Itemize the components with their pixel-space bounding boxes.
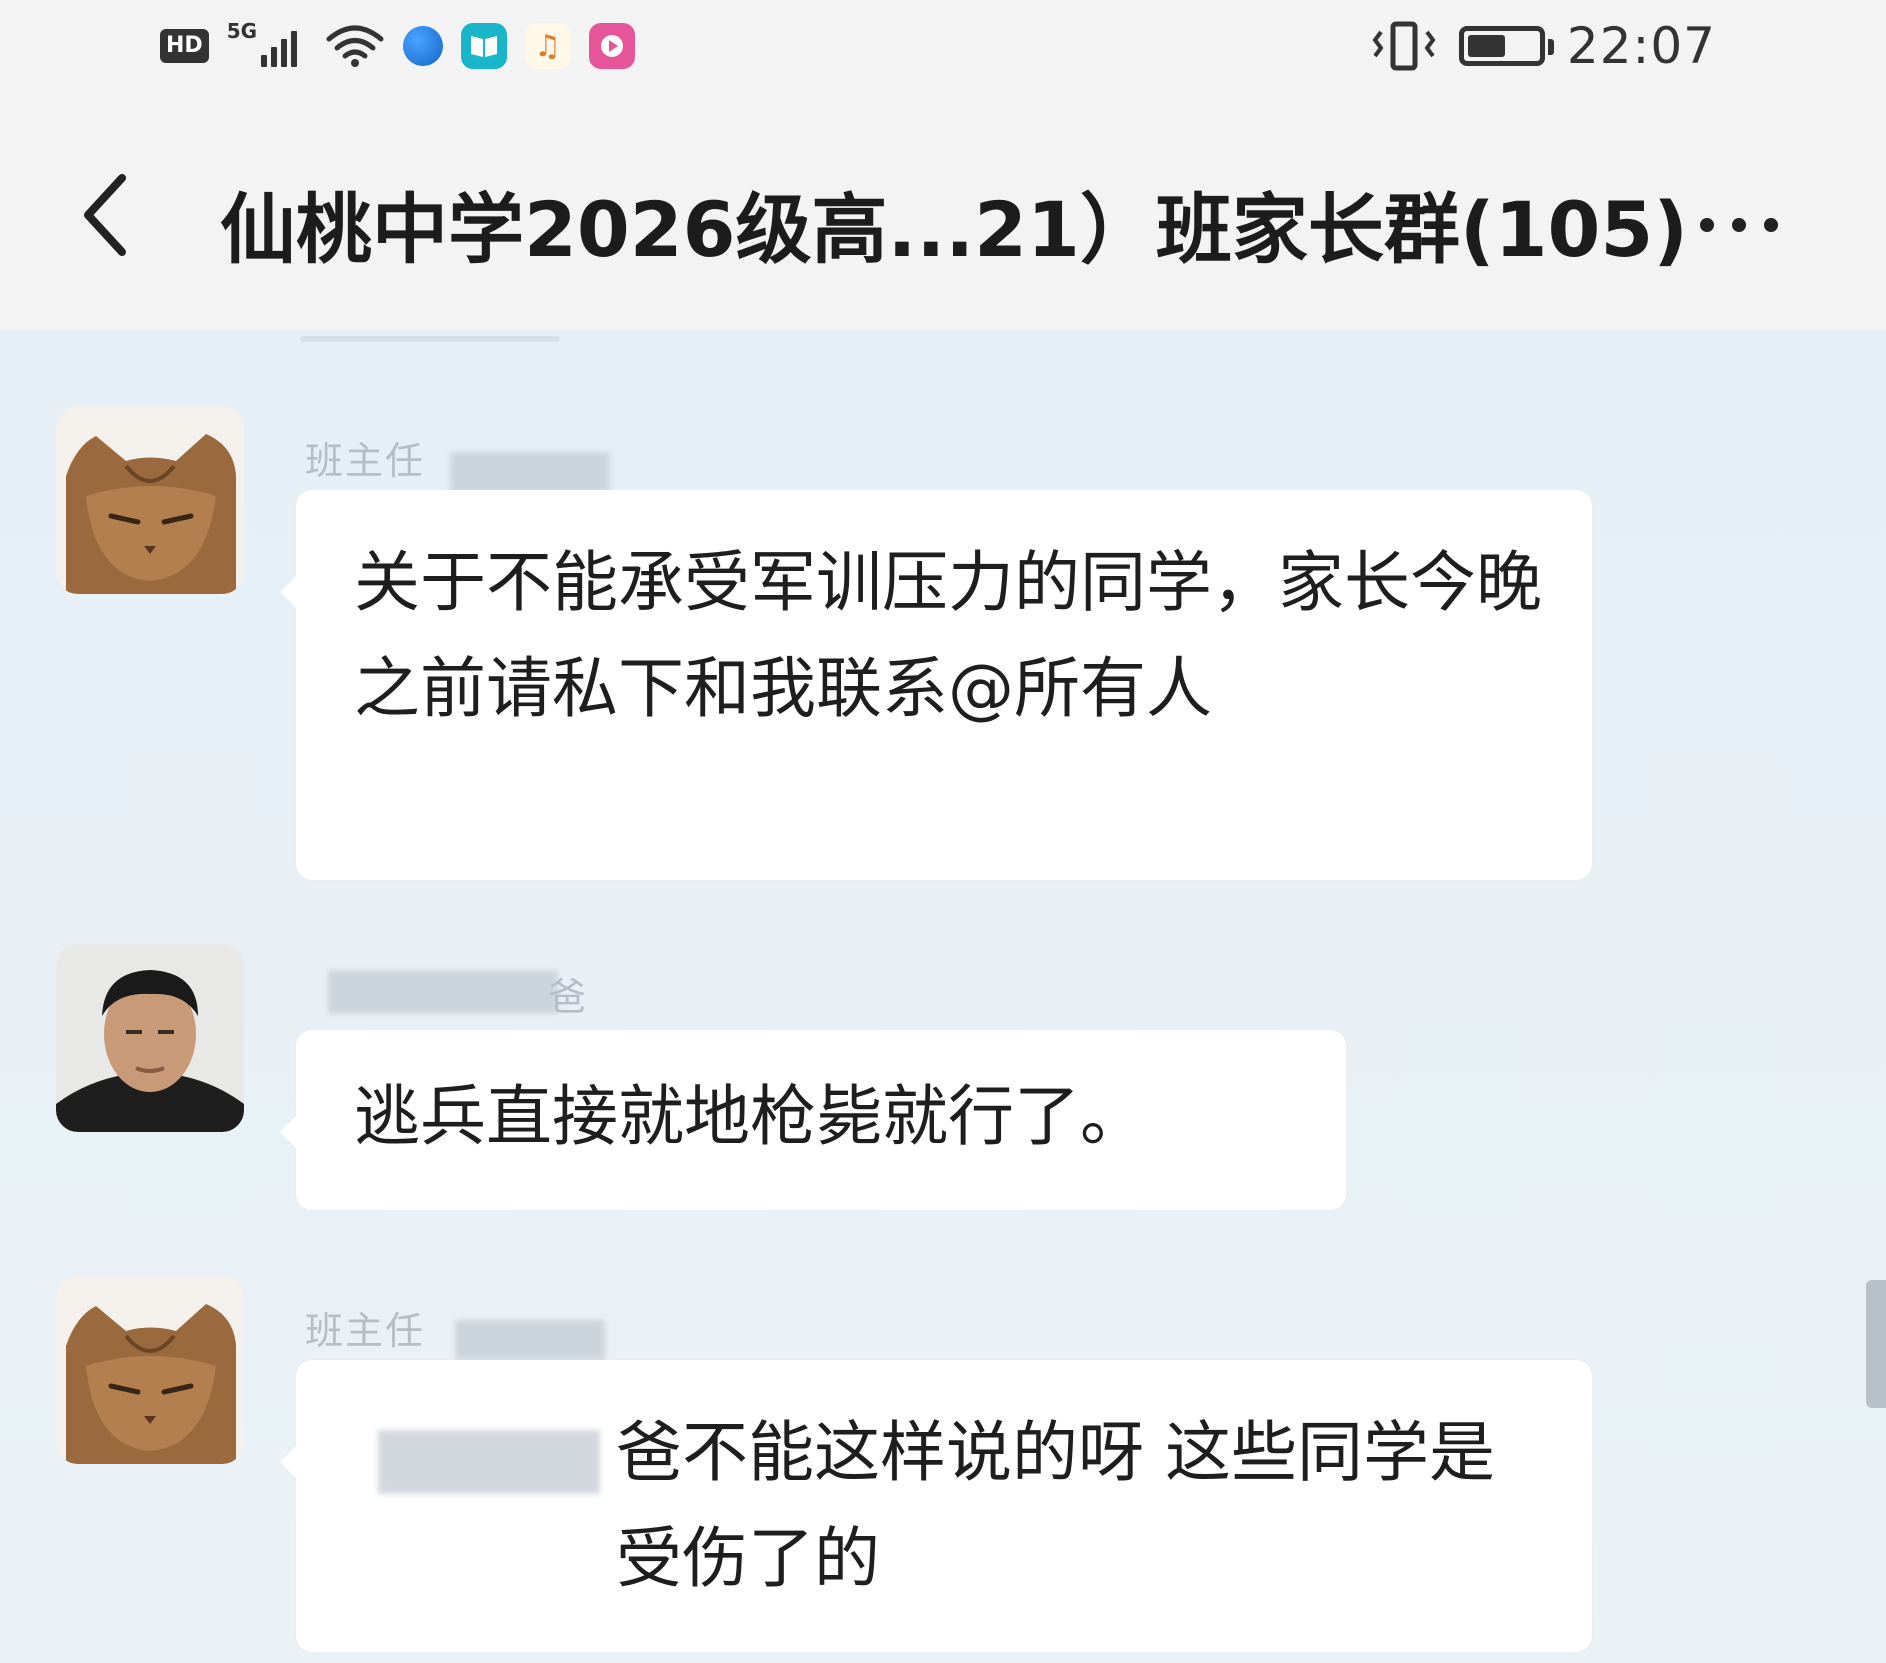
chat-area[interactable]: 班主任 关于不能承受军训压力的同学，家长今晚之前请私下和我联系@所有人 爸 逃兵… [0, 330, 1886, 1663]
chat-header: 仙桃中学2026级高...21）班家长群(105) [0, 100, 1886, 330]
status-right: 22:07 [1371, 14, 1716, 78]
hd-icon: HD [160, 29, 209, 63]
more-options-button[interactable] [1700, 210, 1820, 240]
vibrate-icon [1372, 21, 1436, 71]
signal-icon: 5G [226, 19, 307, 71]
status-time: 22:07 [1566, 17, 1716, 75]
wifi-icon [326, 25, 384, 67]
divider [300, 336, 560, 342]
message-bubble[interactable]: 逃兵直接就地枪毙就行了。 [280, 1030, 1346, 1210]
man-avatar[interactable] [56, 944, 244, 1132]
sender-name: 爸 [548, 975, 589, 1019]
redacted-block [328, 970, 558, 1014]
chat-title: 仙桃中学2026级高...21）班家长群(105) [220, 185, 1689, 274]
music-app-icon: ♫ [524, 23, 571, 69]
network-label: 5G [226, 19, 258, 43]
cat-avatar[interactable] [56, 406, 244, 594]
battery-icon [1458, 26, 1554, 66]
cat-avatar[interactable] [56, 1276, 244, 1464]
scrollbar-thumb[interactable] [1866, 1280, 1886, 1408]
message-text: 爸不能这样说的呀 这些同学是受伤了的 [616, 1414, 1495, 1597]
more-dots-icon [1700, 218, 1714, 232]
chevron-left-icon [84, 174, 126, 256]
message-bubble[interactable]: 关于不能承受军训压力的同学，家长今晚之前请私下和我联系@所有人 [280, 490, 1592, 880]
redacted-block [378, 1430, 600, 1494]
message-bubble[interactable]: 爸不能这样说的呀 这些同学是受伤了的 [280, 1360, 1592, 1652]
redacted-block [455, 1320, 605, 1360]
sender-name: 班主任 [305, 1309, 426, 1353]
book-app-icon [460, 23, 507, 69]
browser-icon [402, 26, 443, 66]
status-left: HD 5G ♫ [160, 18, 635, 74]
message-text: 关于不能承受军训压力的同学，家长今晚之前请私下和我联系@所有人 [354, 544, 1542, 727]
redacted-block [450, 452, 610, 492]
status-bar: HD 5G ♫ 22:07 [0, 0, 1886, 100]
back-button[interactable] [70, 160, 140, 270]
message-text: 逃兵直接就地枪毙就行了。 [354, 1078, 1146, 1155]
sender-name: 班主任 [305, 439, 426, 483]
video-app-icon [588, 23, 635, 69]
